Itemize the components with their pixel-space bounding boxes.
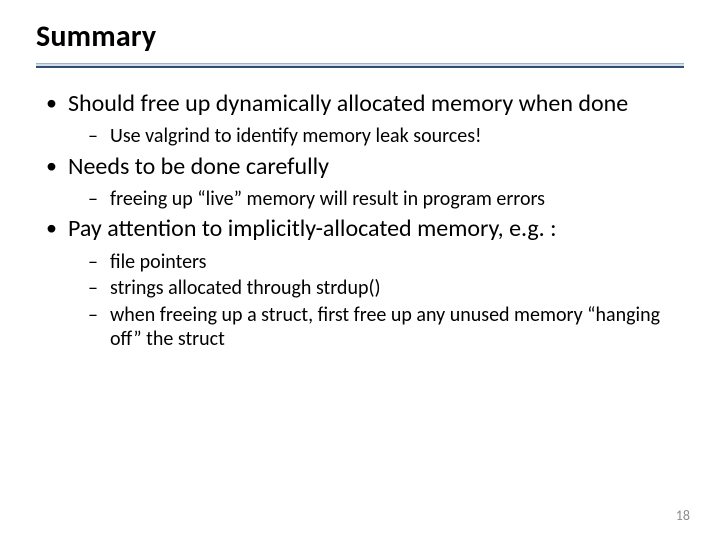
bullet-text: Should free up dynamically allocated mem…: [68, 89, 628, 118]
subbullet-text: Use valgrind to identify memory leak sou…: [110, 124, 482, 148]
bullet-item: Pay attention to implicitly-allocated me…: [44, 215, 676, 351]
bullet-item: Needs to be done carefully freeing up “l…: [44, 153, 676, 212]
subbullet-text: freeing up “live” memory will result in …: [110, 187, 545, 211]
subbullet-text: strings allocated through strdup(): [110, 276, 381, 300]
bullet-item: Should free up dynamically allocated mem…: [44, 90, 676, 149]
subbullet-text: when freeing up a struct, first free up …: [110, 303, 660, 351]
subbullet-item: when freeing up a struct, first free up …: [88, 303, 676, 352]
subbullet-text: file pointers: [110, 250, 207, 274]
page-number: 18: [676, 507, 690, 524]
slide-body: Should free up dynamically allocated mem…: [0, 78, 720, 351]
title-underline: [36, 63, 684, 68]
slide: Summary Should free up dynamically alloc…: [0, 0, 720, 540]
slide-title: Summary: [0, 18, 720, 55]
subbullet-item: Use valgrind to identify memory leak sou…: [88, 124, 676, 148]
subbullet-item: strings allocated through strdup(): [88, 276, 676, 300]
bullet-text: Needs to be done carefully: [68, 152, 329, 181]
bullet-text: Pay attention to implicitly-allocated me…: [68, 214, 557, 243]
subbullet-item: file pointers: [88, 250, 676, 274]
subbullet-item: freeing up “live” memory will result in …: [88, 187, 676, 211]
